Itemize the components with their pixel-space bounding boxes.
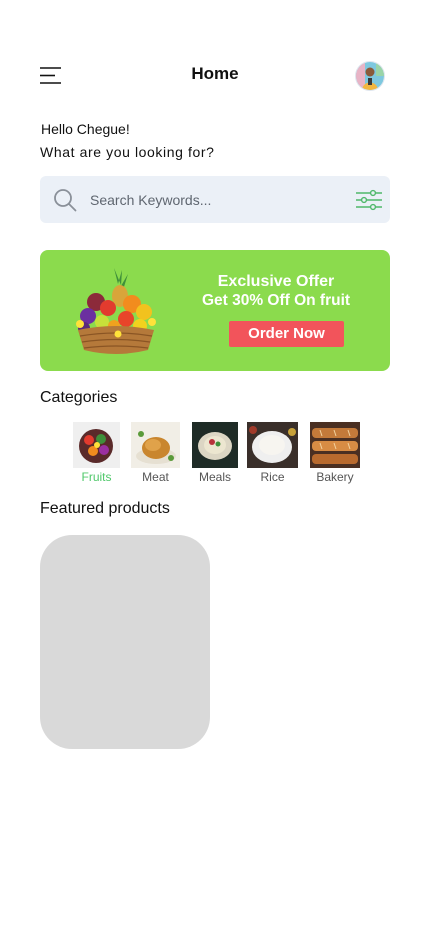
category-rice[interactable]: Rice [247,422,298,484]
greeting-text: Hello Chegue! [41,121,130,137]
prompt-text: What are you looking for? [40,144,215,160]
bakery-thumbnail [310,422,360,468]
fruit-basket-image [68,264,164,358]
category-label-bakery: Bakery [316,470,354,484]
banner-subtitle: Get 30% Off On fruit [201,292,351,309]
category-fruits[interactable]: Fruits [73,422,120,484]
filter-sliders-icon[interactable] [355,188,383,212]
search-input[interactable] [90,176,340,223]
fruits-thumbnail [73,422,120,468]
meat-thumbnail [131,422,180,468]
category-label-fruits: Fruits [81,470,112,484]
meals-thumbnail [192,422,238,468]
product-card[interactable] [40,535,210,749]
category-label-meat: Meat [142,470,169,484]
category-label-meals: Meals [198,470,231,484]
category-label-rice: Rice [260,470,285,484]
category-bakery[interactable]: Bakery [310,422,360,484]
order-now-button[interactable]: Order Now [229,321,344,347]
categories-title: Categories [40,389,118,406]
search-bar[interactable] [40,176,390,223]
category-meat[interactable]: Meat [131,422,180,484]
user-avatar[interactable] [355,61,385,91]
featured-title: Featured products [40,500,170,517]
category-meals[interactable]: Meals [192,422,238,484]
home-screen: Home Hello Chegue! What are you looking … [0,0,430,932]
search-icon [53,188,77,212]
rice-thumbnail [247,422,298,468]
banner-title: Exclusive Offer [217,273,335,290]
offer-banner[interactable]: Exclusive Offer Get 30% Off On fruit Ord… [40,250,390,371]
